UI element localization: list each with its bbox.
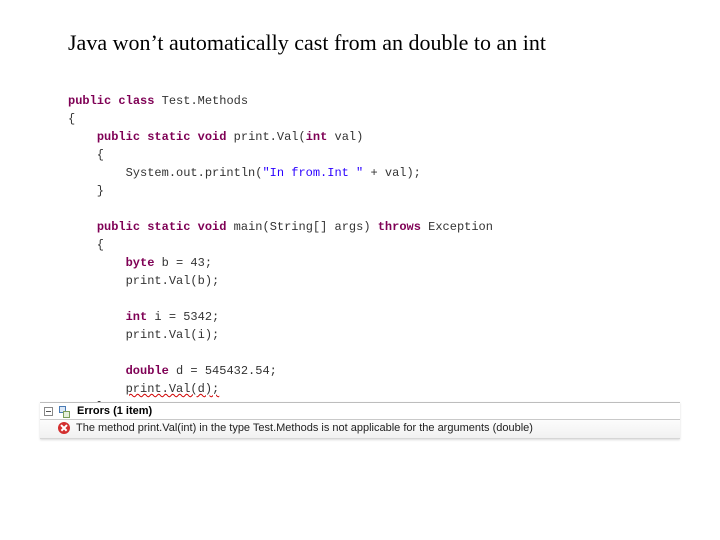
call-i: print.Val(i); [126,328,220,342]
op-plus: + [363,166,385,180]
keyword-double: double [126,364,169,378]
slide: Java won’t automatically cast from an do… [0,0,720,540]
stmt-sysout: System.out.println [126,166,256,180]
keyword-public: public [97,220,140,234]
errors-title: Errors (1 item) [77,405,152,417]
keyword-static: static [147,220,190,234]
stmt-b: b = 43; [154,256,212,270]
slide-title: Java won’t automatically cast from an do… [68,30,546,56]
keyword-void: void [198,130,227,144]
keyword-throws: throws [378,220,421,234]
stmt-i: i = 5342; [147,310,219,324]
keyword-int: int [306,130,328,144]
var-val: val [385,166,407,180]
stmt-d: d = 545432.54; [169,364,277,378]
string-literal: "In from.Int " [262,166,363,180]
error-row[interactable]: The method print.Val(int) in the type Te… [40,420,680,439]
method-main: main [234,220,263,234]
keyword-void: void [198,220,227,234]
call-d-error: print.Val(d); [126,382,220,396]
collapse-icon[interactable] [44,407,53,416]
keyword-byte: byte [126,256,155,270]
keyword-int: int [126,310,148,324]
tree-icon [59,405,71,417]
class-name: Test.Methods [162,94,248,108]
error-icon [58,422,70,434]
keyword-public: public [97,130,140,144]
method-name: print.Val [234,130,299,144]
param-args: String[] args [270,220,364,234]
errors-panel: Errors (1 item) The method print.Val(int… [40,402,680,439]
keyword-static: static [147,130,190,144]
code-block: public class Test.Methods { public stati… [68,92,493,434]
keyword-class: class [118,94,154,108]
keyword-public: public [68,94,111,108]
param-val: val [335,130,357,144]
error-text: The method print.Val(int) in the type Te… [76,422,533,434]
class-exception: Exception [428,220,493,234]
errors-header[interactable]: Errors (1 item) [40,403,680,420]
call-b: print.Val(b); [126,274,220,288]
